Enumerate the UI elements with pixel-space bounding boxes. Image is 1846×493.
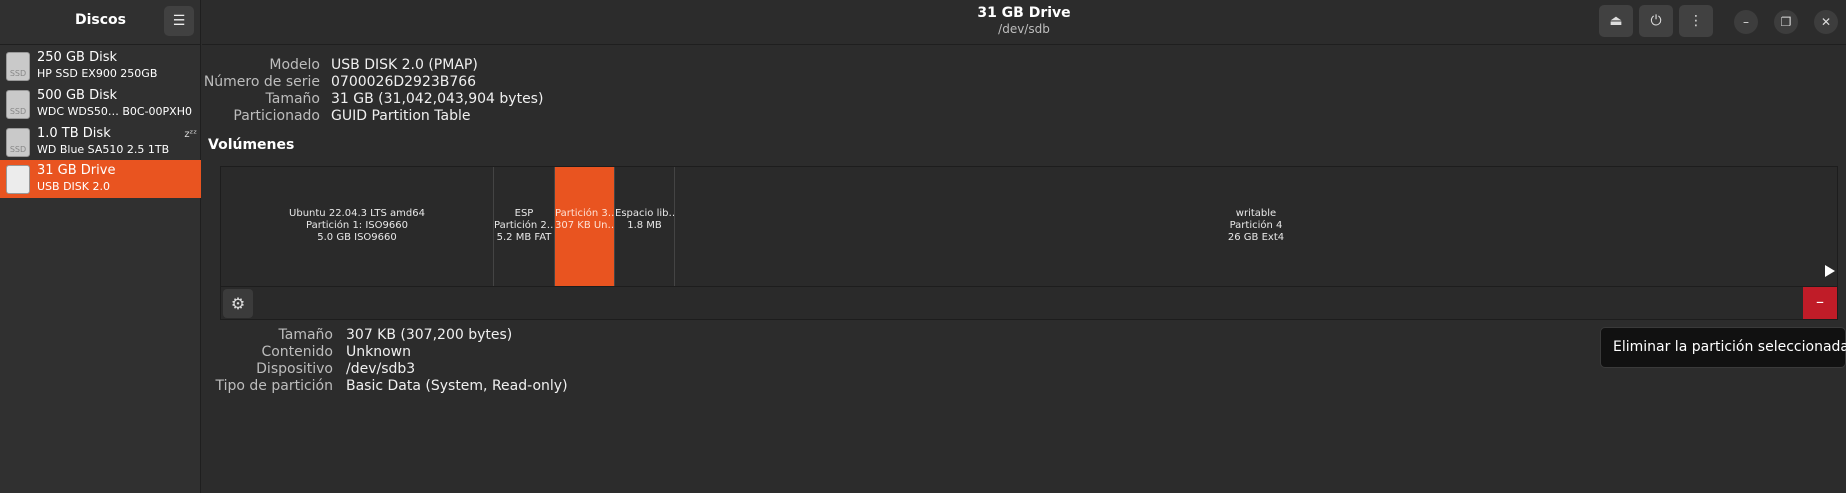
size-value: 31 GB (31,042,043,904 bytes) <box>331 91 544 107</box>
gear-icon[interactable]: ⚙ <box>223 289 253 318</box>
disk-item-selected[interactable]: 31 GB Drive USB DISK 2.0 <box>0 160 201 198</box>
restore-icon[interactable]: ❐ <box>1774 10 1798 34</box>
delete-tooltip: Eliminar la partición seleccionada <box>1600 327 1846 368</box>
volumes-map: Ubuntu 22.04.3 LTS amd64 Partición 1: IS… <box>220 166 1838 287</box>
model-label: Modelo <box>269 57 320 73</box>
play-arrow-icon <box>1825 265 1835 277</box>
usb-drive-icon <box>6 165 30 194</box>
partition-size: 5.2 MB FAT <box>496 232 552 243</box>
partition-size: 26 GB Ext4 <box>1227 232 1285 243</box>
partition-size-label: Tamaño <box>278 327 333 343</box>
partition-size: 5.0 GB ISO9660 <box>317 232 397 243</box>
disk-item[interactable]: SSD 1.0 TB Disk WD Blue SA510 2.5 1TB zᶻ… <box>0 123 201 161</box>
disk-model: USB DISK 2.0 <box>37 180 110 193</box>
disk-name: 31 GB Drive <box>37 163 116 178</box>
partition-number: Partición 4 <box>1229 220 1283 231</box>
delete-partition-button[interactable]: – <box>1803 287 1837 319</box>
minimize-icon[interactable]: – <box>1734 10 1758 34</box>
serial-value: 0700026D2923B766 <box>331 74 477 90</box>
disk-name: 500 GB Disk <box>37 88 117 103</box>
serial-label: Número de serie <box>203 74 320 90</box>
partition-number: Partición 1: ISO9660 <box>306 220 408 231</box>
partition-size: 1.8 MB <box>627 220 662 231</box>
sidebar-header: Discos ☰ <box>0 0 200 45</box>
model-value: USB DISK 2.0 (PMAP) <box>331 57 478 73</box>
partitioning-value: GUID Partition Table <box>331 108 471 124</box>
partition-size: 307 KB Un… <box>555 220 615 231</box>
partition-type-value: Basic Data (System, Read-only) <box>346 378 568 394</box>
volume-toolbar: ⚙ – <box>220 286 1838 320</box>
disk-name: 1.0 TB Disk <box>37 126 111 141</box>
partition-content-value: Unknown <box>346 344 411 360</box>
partition-label: Partición 3… <box>555 208 615 219</box>
more-options-icon[interactable]: ⋮ <box>1679 5 1713 37</box>
partition-block-selected[interactable]: Partición 3… 307 KB Un… <box>555 167 615 286</box>
partition-size-value: 307 KB (307,200 bytes) <box>346 327 513 343</box>
ssd-icon: SSD <box>6 128 30 157</box>
ssd-icon: SSD <box>6 90 30 119</box>
hamburger-menu-icon[interactable]: ☰ <box>164 6 194 36</box>
partition-content-label: Contenido <box>261 344 333 360</box>
partitioning-label: Particionado <box>233 108 320 124</box>
free-space-block[interactable]: Espacio lib… 1.8 MB <box>615 167 675 286</box>
disk-model: HP SSD EX900 250GB <box>37 67 158 80</box>
disk-model: WD Blue SA510 2.5 1TB <box>37 143 170 156</box>
partition-block[interactable]: ESP Partición 2… 5.2 MB FAT <box>494 167 555 286</box>
partition-device-label: Dispositivo <box>256 361 333 377</box>
disk-name: 250 GB Disk <box>37 50 117 65</box>
header-bar: 31 GB Drive /dev/sdb ⏏ ⏻ ⋮ – ❐ ✕ <box>202 0 1846 45</box>
partition-block[interactable]: Ubuntu 22.04.3 LTS amd64 Partición 1: IS… <box>221 167 494 286</box>
volumes-heading: Volúmenes <box>208 137 295 153</box>
power-icon[interactable]: ⏻ <box>1639 5 1673 37</box>
partition-block[interactable]: writable Partición 4 26 GB Ext4 <box>675 167 1837 286</box>
partition-number: Partición 2… <box>494 220 555 231</box>
sleeping-icon: zᶻᶻ <box>184 129 197 140</box>
partition-label: Espacio lib… <box>615 208 675 219</box>
eject-icon[interactable]: ⏏ <box>1599 5 1633 37</box>
ssd-icon: SSD <box>6 52 30 81</box>
partition-type-label: Tipo de partición <box>215 378 334 394</box>
partition-device-value: /dev/sdb3 <box>346 361 416 377</box>
partition-label: ESP <box>514 208 534 219</box>
partition-label: writable <box>1235 208 1277 219</box>
size-label: Tamaño <box>265 91 320 107</box>
partition-label: Ubuntu 22.04.3 LTS amd64 <box>289 208 425 219</box>
close-icon[interactable]: ✕ <box>1814 10 1838 34</box>
